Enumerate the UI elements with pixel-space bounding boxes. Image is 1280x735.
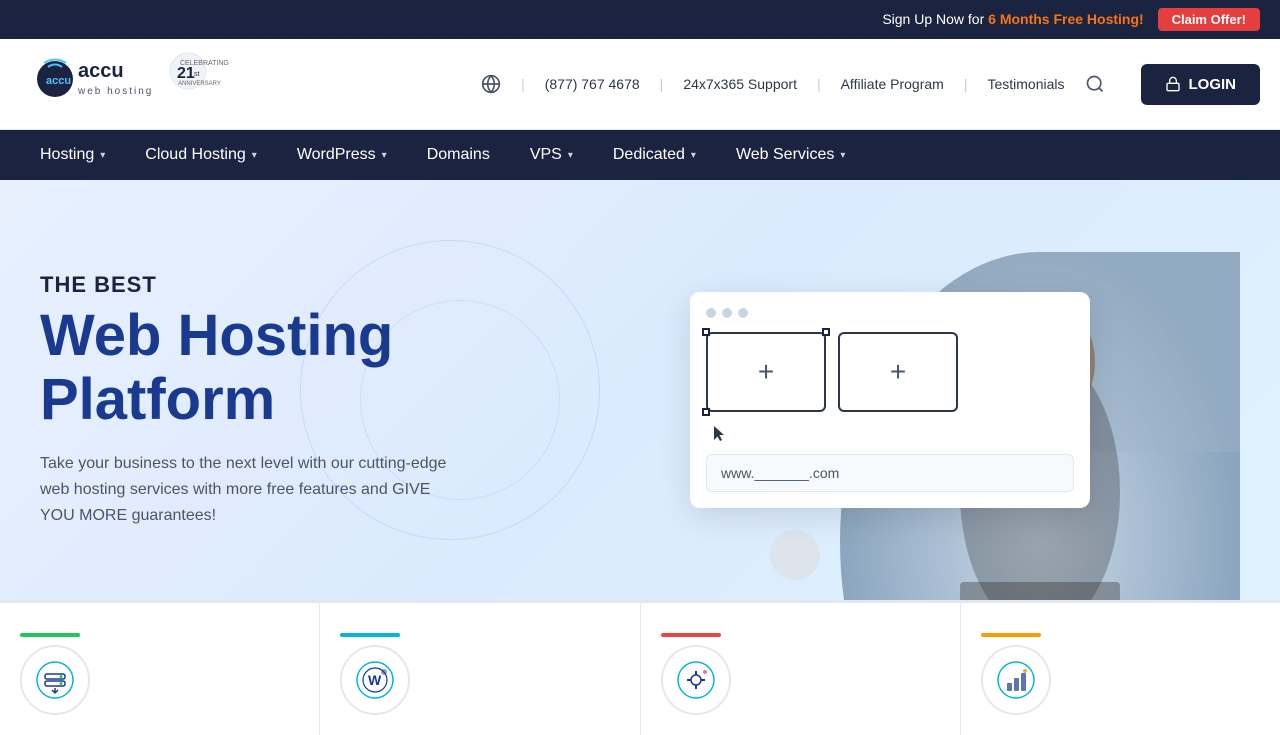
hero-visual: + + www._______.com xyxy=(580,292,1240,508)
chevron-down-icon: ▾ xyxy=(100,150,105,161)
handle-bl xyxy=(702,408,710,416)
decoration-circle xyxy=(770,530,820,580)
lock-icon xyxy=(1165,76,1181,92)
phone-link[interactable]: (877) 767 4678 xyxy=(545,76,640,92)
svg-text:accu: accu xyxy=(46,75,71,87)
hero-subtitle: THE BEST xyxy=(40,272,580,298)
chevron-down-icon: ▾ xyxy=(691,150,696,161)
browser-dots xyxy=(706,308,1074,318)
handle-tr xyxy=(822,328,830,336)
vps-icon-circle xyxy=(661,645,731,715)
nav-vps[interactable]: VPS ▾ xyxy=(510,130,593,180)
support-link[interactable]: 24x7x365 Support xyxy=(683,76,797,92)
chevron-down-icon: ▾ xyxy=(568,150,573,161)
browser-url-bar: www._______.com xyxy=(706,454,1074,492)
nav-hosting[interactable]: Hosting ▾ xyxy=(20,130,125,180)
browser-dot-2 xyxy=(722,308,732,318)
logo-area: accu accu web hosting CELEBRATING 21 st … xyxy=(20,49,240,119)
cards-section: W xyxy=(0,600,1280,735)
handle-tl xyxy=(702,328,710,336)
nav-wordpress[interactable]: WordPress ▾ xyxy=(277,130,407,180)
svg-text:W: W xyxy=(368,672,382,688)
svg-text:web hosting: web hosting xyxy=(77,86,153,97)
hosting-icon xyxy=(33,658,77,702)
main-nav: Hosting ▾ Cloud Hosting ▾ WordPress ▾ Do… xyxy=(0,130,1280,180)
svg-text:st: st xyxy=(194,71,200,78)
cursor-icon xyxy=(714,426,726,442)
claim-offer-button[interactable]: Claim Offer! xyxy=(1158,8,1260,31)
card-accent-2 xyxy=(340,633,400,637)
browser-box-2: + xyxy=(838,332,958,412)
hero-section: THE BEST Web Hosting Platform Take your … xyxy=(0,180,1280,600)
svg-text:accu: accu xyxy=(78,60,124,82)
browser-content: + + xyxy=(706,332,1074,412)
banner-highlight: 6 Months Free Hosting! xyxy=(988,11,1144,27)
hosting-icon-circle xyxy=(20,645,90,715)
card-accent-3 xyxy=(661,633,721,637)
nav-domains[interactable]: Domains xyxy=(407,130,510,180)
browser-mockup: + + www._______.com xyxy=(690,292,1090,508)
vps-icon xyxy=(674,658,718,702)
wordpress-icon: W xyxy=(353,658,397,702)
svg-text:ANNIVERSARY: ANNIVERSARY xyxy=(178,81,221,87)
card-web-hosting xyxy=(0,603,320,735)
nav-web-services[interactable]: Web Services ▾ xyxy=(716,130,865,180)
header: accu accu web hosting CELEBRATING 21 st … xyxy=(0,39,1280,130)
card-accent-1 xyxy=(20,633,80,637)
chevron-down-icon: ▾ xyxy=(252,150,257,161)
dedicated-icon-circle xyxy=(981,645,1051,715)
header-links: | (877) 767 4678 | 24x7x365 Support | Af… xyxy=(481,64,1260,105)
divider2: | xyxy=(660,76,664,92)
chevron-down-icon: ▾ xyxy=(840,150,845,161)
card-wordpress: W xyxy=(320,603,640,735)
dedicated-icon xyxy=(994,658,1038,702)
svg-text:21: 21 xyxy=(177,65,195,82)
card-accent-4 xyxy=(981,633,1041,637)
card-vps xyxy=(641,603,961,735)
divider3: | xyxy=(817,76,821,92)
logo: accu accu web hosting CELEBRATING 21 st … xyxy=(20,49,240,119)
browser-frame: + xyxy=(706,332,826,412)
hero-text: THE BEST Web Hosting Platform Take your … xyxy=(40,272,580,528)
top-banner: Sign Up Now for 6 Months Free Hosting! C… xyxy=(0,0,1280,39)
browser-dot-1 xyxy=(706,308,716,318)
globe-icon[interactable] xyxy=(481,74,501,94)
search-icon[interactable] xyxy=(1085,74,1105,94)
hero-description: Take your business to the next level wit… xyxy=(40,451,460,528)
banner-text-prefix: Sign Up Now for xyxy=(882,11,988,27)
wordpress-icon-circle: W xyxy=(340,645,410,715)
testimonials-link[interactable]: Testimonials xyxy=(987,76,1064,92)
affiliate-link[interactable]: Affiliate Program xyxy=(841,76,944,92)
login-label: LOGIN xyxy=(1189,76,1237,93)
hero-title: Web Hosting Platform xyxy=(40,304,580,432)
chevron-down-icon: ▾ xyxy=(382,150,387,161)
cursor-indicator xyxy=(706,426,1074,442)
nav-dedicated[interactable]: Dedicated ▾ xyxy=(593,130,716,180)
card-dedicated xyxy=(961,603,1280,735)
browser-box-1: + xyxy=(706,332,826,412)
browser-dot-3 xyxy=(738,308,748,318)
divider: | xyxy=(521,76,525,92)
nav-cloud-hosting[interactable]: Cloud Hosting ▾ xyxy=(125,130,277,180)
login-button[interactable]: LOGIN xyxy=(1141,64,1261,105)
divider4: | xyxy=(964,76,968,92)
